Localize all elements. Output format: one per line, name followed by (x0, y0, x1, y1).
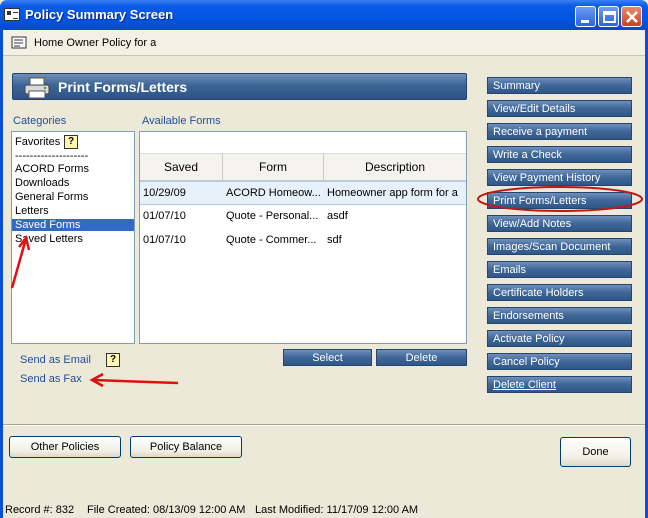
categories-list[interactable]: Favorites ? -------------------- ACORD F… (11, 131, 135, 344)
cell-description: asdf (327, 210, 348, 222)
record-number: Record #: 832 (5, 504, 75, 516)
delete-button[interactable]: Delete (376, 349, 467, 366)
section-title: Print Forms/Letters (58, 79, 188, 95)
column-header-form[interactable]: Form (223, 154, 324, 181)
category-item-letters[interactable]: Letters (15, 205, 49, 217)
category-separator: -------------------- (15, 150, 89, 162)
column-header-saved[interactable]: Saved (140, 154, 223, 181)
grid-header: Saved Form Description (140, 154, 466, 181)
table-row[interactable]: 01/07/10 Quote - Personal... asdf (140, 205, 466, 229)
cell-form: Quote - Commer... (226, 234, 317, 246)
cell-saved: 10/29/09 (143, 187, 186, 199)
cell-saved: 01/07/10 (143, 234, 186, 246)
category-item-saved-letters[interactable]: Saved Letters (15, 233, 83, 245)
policy-icon (11, 36, 27, 49)
sidebar-item-receive-payment[interactable]: Receive a payment (487, 123, 632, 140)
maximize-icon (603, 11, 616, 23)
minimize-button[interactable] (575, 6, 596, 27)
available-forms-label: Available Forms (142, 115, 221, 127)
divider (3, 424, 645, 426)
app-icon (4, 8, 20, 21)
sidebar-item-cancel-policy[interactable]: Cancel Policy (487, 353, 632, 370)
cell-form: Quote - Personal... (226, 210, 319, 222)
sidebar-item-images-scan[interactable]: Images/Scan Document (487, 238, 632, 255)
delete-client-label: Delete Client (493, 379, 556, 391)
cell-saved: 01/07/10 (143, 210, 186, 222)
window-title: Policy Summary Screen (25, 7, 174, 22)
help-icon[interactable]: ? (64, 135, 78, 149)
other-policies-button[interactable]: Other Policies (9, 436, 121, 458)
annotation-arrow-fax (92, 378, 179, 385)
sidebar-item-certificate-holders[interactable]: Certificate Holders (487, 284, 632, 301)
grid-group-area (140, 132, 466, 154)
send-as-fax-link[interactable]: Send as Fax (20, 373, 82, 385)
maximize-button[interactable] (598, 6, 619, 27)
categories-label: Categories (13, 115, 67, 127)
sidebar-item-payment-history[interactable]: View Payment History (487, 169, 632, 186)
policy-balance-button[interactable]: Policy Balance (130, 436, 242, 458)
sidebar-item-print-forms-letters[interactable]: Print Forms/Letters (487, 192, 632, 209)
minimize-icon (581, 20, 589, 23)
title-bar[interactable]: Policy Summary Screen (0, 0, 648, 30)
sidebar-item-endorsements[interactable]: Endorsements (487, 307, 632, 324)
send-as-email-link[interactable]: Send as Email (20, 354, 91, 366)
select-button[interactable]: Select (283, 349, 372, 366)
cell-form: ACORD Homeow... (226, 187, 321, 199)
sidebar-item-delete-client[interactable]: Delete Client (487, 376, 632, 393)
cell-description: sdf (327, 234, 342, 246)
category-item-acord-forms[interactable]: ACORD Forms (15, 163, 89, 175)
close-button[interactable] (621, 6, 642, 27)
category-item-downloads[interactable]: Downloads (15, 177, 69, 189)
sidebar-item-summary[interactable]: Summary (487, 77, 632, 94)
policy-label: Home Owner Policy for a (34, 37, 157, 49)
sidebar-item-activate-policy[interactable]: Activate Policy (487, 330, 632, 347)
section-header: Print Forms/Letters (12, 73, 467, 100)
table-row[interactable]: 01/07/10 Quote - Commer... sdf (140, 229, 466, 253)
forms-grid[interactable]: Saved Form Description 10/29/09 ACORD Ho… (139, 131, 467, 344)
printer-icon (24, 77, 50, 99)
sidebar-item-write-check[interactable]: Write a Check (487, 146, 632, 163)
done-button[interactable]: Done (560, 437, 631, 467)
table-row[interactable]: 10/29/09 ACORD Homeow... Homeowner app f… (140, 181, 466, 205)
last-modified: Last Modified: 11/17/09 12:00 AM (255, 504, 419, 516)
column-header-description[interactable]: Description (324, 154, 466, 181)
close-icon (626, 11, 638, 23)
cell-description: Homeowner app form for a (327, 187, 458, 199)
window-frame-left (0, 30, 3, 518)
file-created: File Created: 08/13/09 12:00 AM (87, 504, 246, 516)
sidebar-item-view-edit-details[interactable]: View/Edit Details (487, 100, 632, 117)
sidebar-item-emails[interactable]: Emails (487, 261, 632, 278)
sidebar-item-view-add-notes[interactable]: View/Add Notes (487, 215, 632, 232)
policy-header: Home Owner Policy for a (3, 30, 645, 56)
category-item-general-forms[interactable]: General Forms (15, 191, 88, 203)
category-item-saved-forms[interactable]: Saved Forms (12, 219, 134, 231)
category-item-favorites[interactable]: Favorites (15, 136, 60, 148)
help-icon[interactable]: ? (106, 353, 120, 367)
